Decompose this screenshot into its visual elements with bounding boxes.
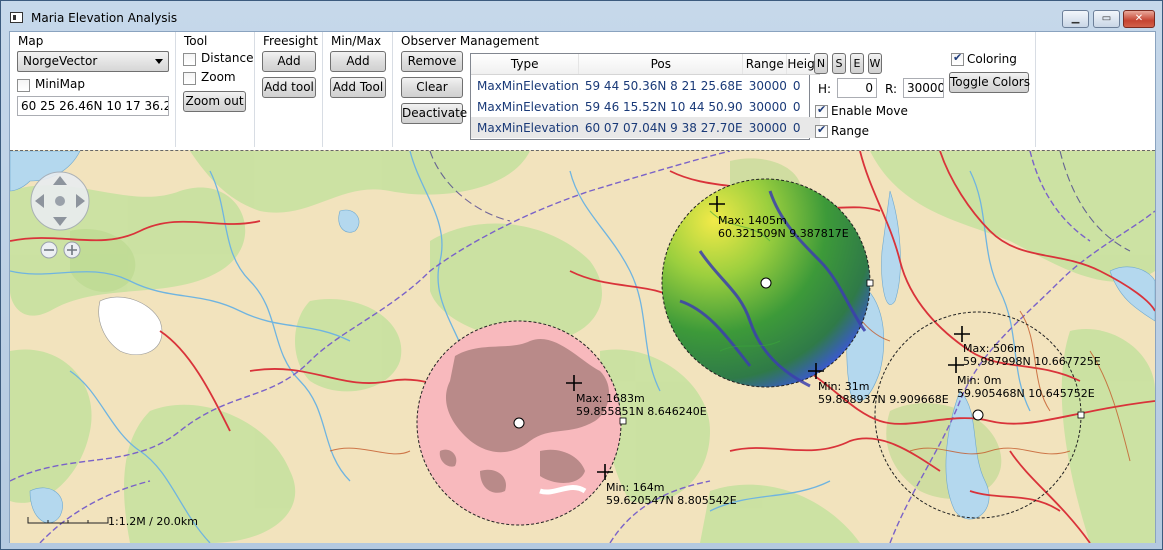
pink-min-label: Min: 164m xyxy=(606,481,664,494)
minimap-checkbox[interactable] xyxy=(17,79,30,92)
cell-range: 30000 xyxy=(742,117,787,138)
tool-group: Tool Distance Zoom Zoom out xyxy=(177,32,255,147)
remove-button[interactable]: Remove xyxy=(401,51,463,72)
toggle-colors-button[interactable]: Toggle Colors xyxy=(949,72,1030,93)
pink-min-coord: 59.620547N 8.805542E xyxy=(606,494,737,507)
freesight-group-title: Freesight xyxy=(263,34,318,48)
zoom-label: Zoom xyxy=(201,70,236,84)
cell-pos: 60 07 07.04N 9 38 27.70E xyxy=(578,117,743,138)
map-group-title: Map xyxy=(18,34,44,48)
east-button[interactable]: E xyxy=(850,53,864,74)
minimize-button[interactable]: ▁ xyxy=(1062,10,1089,28)
south-button[interactable]: S xyxy=(832,53,846,74)
cell-type: MaxMinElevation xyxy=(477,78,579,93)
cell-range: 30000 xyxy=(748,99,787,114)
table-row-selected[interactable]: MaxMinElevation 60 07 07.04N 9 38 27.70E… xyxy=(471,117,820,138)
outline-min-label: Min: 0m xyxy=(957,374,1001,387)
maximize-button[interactable]: ▭ xyxy=(1093,10,1120,28)
window-title: Maria Elevation Analysis xyxy=(31,11,178,25)
cell-type: MaxMinElevation xyxy=(471,117,579,138)
cell-pos: 59 44 50.36N 8 21 25.68E xyxy=(584,78,743,93)
freesight-group: Freesight Add Add tool xyxy=(256,32,323,147)
deactivate-button[interactable]: Deactivate xyxy=(401,103,467,124)
tool-group-title: Tool xyxy=(184,34,208,48)
h-label: H: xyxy=(818,82,832,96)
column-header-range[interactable]: Range xyxy=(742,54,788,75)
freesight-add-button[interactable]: Add xyxy=(262,51,316,72)
coloring-label: Coloring xyxy=(967,52,1017,66)
green-max-label: Max: 1405m xyxy=(718,214,787,227)
green-min-label: Min: 31m xyxy=(818,380,869,393)
range-label: Range xyxy=(831,124,870,138)
zoom-out-button[interactable]: Zoom out xyxy=(183,91,246,112)
north-button[interactable]: N xyxy=(814,53,828,74)
observer-group-title: Observer Management xyxy=(401,34,539,48)
freesight-add-tool-button[interactable]: Add tool xyxy=(262,77,316,98)
table-row[interactable]: MaxMinElevation 59 44 50.36N 8 21 25.68E… xyxy=(471,75,820,97)
app-icon xyxy=(10,12,23,23)
close-button[interactable]: ✕ xyxy=(1123,10,1155,28)
zoom-out-map-button[interactable] xyxy=(40,241,58,259)
maximize-icon: ▭ xyxy=(1101,13,1112,24)
map-select[interactable]: NorgeVector xyxy=(17,51,169,72)
west-button[interactable]: W xyxy=(868,53,882,74)
zoom-checkbox[interactable] xyxy=(183,72,196,85)
range-checkbox[interactable] xyxy=(815,123,828,138)
scale-text: 1:1.2M / 20.0km xyxy=(108,515,198,528)
distance-checkbox[interactable] xyxy=(183,53,196,66)
client-area: Map NorgeVector MiniMap 60 25 26.46N 10 … xyxy=(9,31,1156,543)
cell-type: MaxMinElevation xyxy=(477,99,579,114)
outline-max-coord: 59.987998N 10.667725E xyxy=(963,355,1101,368)
minimize-icon: ▁ xyxy=(1071,13,1080,24)
toolbar: Map NorgeVector MiniMap 60 25 26.46N 10 … xyxy=(10,32,1155,150)
observer-table[interactable]: Type Pos Range Heigt MaxMinElevation 59 … xyxy=(470,53,821,140)
clear-button[interactable]: Clear xyxy=(401,77,463,98)
coloring-checkbox[interactable] xyxy=(951,51,964,66)
map-group: Map NorgeVector MiniMap 60 25 26.46N 10 … xyxy=(10,32,176,147)
green-max-coord: 60.321509N 9.387817E xyxy=(718,227,849,240)
column-header-pos[interactable]: Pos xyxy=(578,54,744,75)
cell-range: 30000 xyxy=(748,78,787,93)
column-header-type[interactable]: Type xyxy=(471,54,580,75)
coordinate-field[interactable]: 60 25 26.46N 10 17 36.29E xyxy=(17,96,169,116)
minmax-group: Min/Max Add Add Tool xyxy=(324,32,393,147)
table-header: Type Pos Range Heigt xyxy=(471,54,821,75)
app-window: Maria Elevation Analysis ▁ ▭ ✕ Map Norge… xyxy=(0,0,1163,550)
distance-label: Distance xyxy=(201,51,254,65)
title-bar[interactable]: Maria Elevation Analysis ▁ ▭ ✕ xyxy=(1,1,1162,31)
zoom-in-map-button[interactable] xyxy=(63,241,81,259)
enable-move-label: Enable Move xyxy=(831,104,908,118)
pink-max-coord: 59.855851N 8.646240E xyxy=(576,405,707,418)
range-field[interactable]: 30000 xyxy=(903,78,944,98)
cell-pos: 59 46 15.52N 10 44 50.90 xyxy=(584,99,743,114)
minmax-group-title: Min/Max xyxy=(331,34,382,48)
r-label: R: xyxy=(885,82,898,96)
pink-max-label: Max: 1683m xyxy=(576,392,645,405)
minimap-label: MiniMap xyxy=(35,77,85,91)
map-canvas[interactable]: Max: 1683m 59.855851N 8.646240E Min: 164… xyxy=(10,151,1155,543)
pan-control[interactable] xyxy=(30,171,90,231)
outline-min-coord: 59.905468N 10.645752E xyxy=(957,387,1095,400)
green-min-coord: 59.888937N 9.909668E xyxy=(818,393,949,406)
enable-move-checkbox[interactable] xyxy=(815,103,828,118)
minmax-add-tool-button[interactable]: Add Tool xyxy=(330,77,386,98)
minmax-add-button[interactable]: Add xyxy=(330,51,386,72)
cell-height: 0 xyxy=(792,78,801,93)
height-field[interactable]: 0 xyxy=(837,78,877,98)
table-row[interactable]: MaxMinElevation 59 46 15.52N 10 44 50.90… xyxy=(471,96,820,117)
close-icon: ✕ xyxy=(1134,13,1144,24)
outline-max-label: Max: 506m xyxy=(963,342,1025,355)
map-select-value: NorgeVector xyxy=(23,54,98,68)
chevron-down-icon xyxy=(155,59,163,64)
map-view[interactable]: Max: 1683m 59.855851N 8.646240E Min: 164… xyxy=(10,150,1155,543)
